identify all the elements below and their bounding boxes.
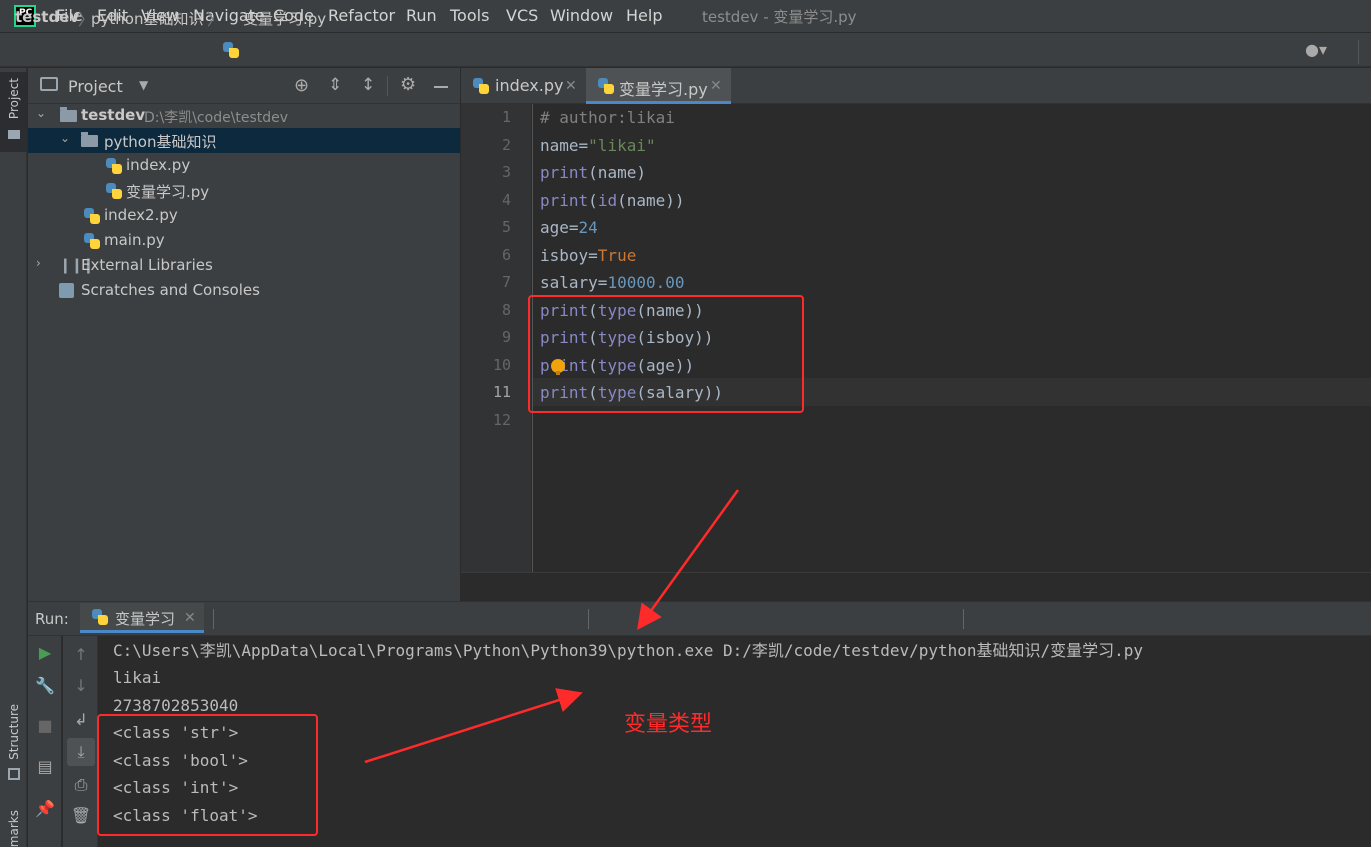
annotation-arrows — [364, 489, 740, 764]
arrow-to-console — [637, 489, 740, 631]
arrow-to-output — [364, 688, 583, 764]
